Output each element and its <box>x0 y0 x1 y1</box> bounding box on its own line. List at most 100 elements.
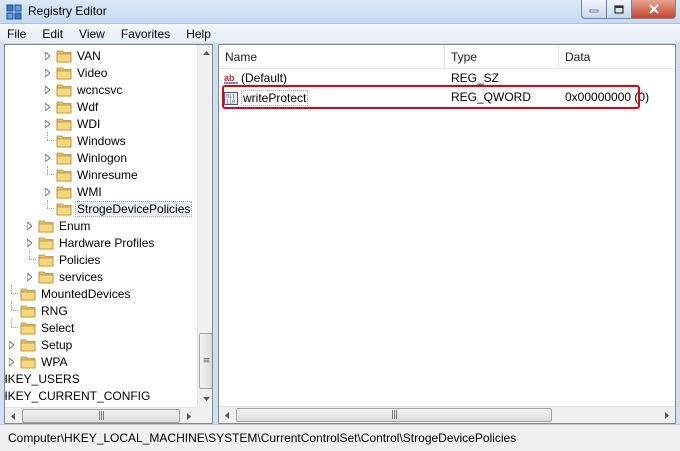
expand-arrow-icon[interactable] <box>43 187 52 196</box>
menu-bar: File Edit View Favorites Help <box>0 24 680 44</box>
tree-horizontal-scroll-thumb[interactable]: ||| <box>22 409 180 423</box>
tree-item-label: Hardware Profiles <box>59 235 155 250</box>
menu-edit[interactable]: Edit <box>34 24 71 44</box>
values-horizontal-scroll-thumb[interactable]: ||| <box>236 408 552 422</box>
column-header: Name Type Data <box>219 45 675 69</box>
expand-arrow-icon[interactable] <box>43 51 52 60</box>
tree-item-wcncsvc[interactable]: wcncsvc <box>43 81 124 98</box>
tree-item-enum[interactable]: Enum <box>25 217 92 234</box>
scroll-right-button[interactable] <box>659 407 675 423</box>
value-type: REG_SZ <box>451 71 500 85</box>
expand-arrow-icon[interactable] <box>43 153 52 162</box>
registry-values-list: Name Type Data ab (Default) REG_SZ 011 1… <box>218 44 676 424</box>
scroll-up-button[interactable] <box>198 45 212 61</box>
tree-horizontal-scrollbar[interactable]: ||| <box>5 407 197 423</box>
tree-connector <box>7 285 18 298</box>
tree-item-hkey-current-config[interactable]: HKEY_CURRENT_CONFIG <box>5 387 152 404</box>
tree-item-wpa[interactable]: WPA <box>7 353 69 370</box>
menu-view[interactable]: View <box>71 24 113 44</box>
client-area: VAN Video wcncsvc Wdf WDI Windows Winlogon Winr… <box>4 44 676 424</box>
tree-item-label: Video <box>77 65 108 80</box>
folder-icon <box>56 101 72 113</box>
tree-vertical-scrollbar[interactable]: ≡ <box>197 45 212 407</box>
menu-help[interactable]: Help <box>178 24 219 44</box>
minimize-icon <box>589 9 599 13</box>
tree-item-label: StrogeDevicePolicies <box>75 200 193 217</box>
tree-item-hardware-profiles[interactable]: Hardware Profiles <box>25 234 156 251</box>
tree-item-label: WDI <box>77 116 101 131</box>
expand-arrow-icon[interactable] <box>7 340 16 349</box>
tree-item-policies[interactable]: Policies <box>25 251 102 268</box>
tree-item-label: Winlogon <box>77 150 128 165</box>
close-button[interactable] <box>632 0 676 19</box>
tree-item-wmi[interactable]: WMI <box>43 183 104 200</box>
folder-icon <box>38 271 54 283</box>
column-header-type[interactable]: Type <box>445 45 559 68</box>
expand-arrow-icon[interactable] <box>25 221 34 230</box>
tree-connector <box>43 200 54 213</box>
tree-item-wdi[interactable]: WDI <box>43 115 102 132</box>
expand-arrow-icon[interactable] <box>25 238 34 247</box>
expand-arrow-icon[interactable] <box>43 102 52 111</box>
scroll-down-button[interactable] <box>198 391 212 407</box>
tree-item-setup[interactable]: Setup <box>7 336 74 353</box>
folder-icon <box>56 84 72 96</box>
tree-connector <box>7 302 18 315</box>
expand-arrow-icon[interactable] <box>7 357 16 366</box>
tree-connector <box>25 251 36 264</box>
folder-icon <box>56 186 72 198</box>
scroll-right-icon <box>187 412 191 420</box>
tree-vertical-scroll-thumb[interactable]: ≡ <box>199 333 212 389</box>
scroll-left-button[interactable] <box>219 407 235 423</box>
maximize-icon <box>614 4 624 14</box>
tree-item-rng[interactable]: RNG <box>7 302 70 319</box>
tree-item-video[interactable]: Video <box>43 64 109 81</box>
tree-item-label: Enum <box>59 218 91 233</box>
tree-item-label: Wdf <box>77 99 99 114</box>
folder-icon <box>56 152 72 164</box>
menu-file[interactable]: File <box>0 24 34 44</box>
registry-key-tree: VAN Video wcncsvc Wdf WDI Windows Winlogon Winr… <box>4 44 213 424</box>
tree-item-label: services <box>59 269 104 284</box>
tree-item-select[interactable]: Select <box>7 319 76 336</box>
scroll-left-button[interactable] <box>5 408 21 423</box>
tree-item-services[interactable]: services <box>25 268 105 285</box>
expand-arrow-icon[interactable] <box>43 68 52 77</box>
folder-icon <box>38 254 54 266</box>
folder-icon <box>20 322 36 334</box>
scroll-right-button[interactable] <box>181 408 197 423</box>
tree-item-van[interactable]: VAN <box>43 47 103 64</box>
scroll-up-icon <box>202 51 210 55</box>
title-bar: Registry Editor <box>0 0 680 24</box>
values-horizontal-scrollbar[interactable]: ||| <box>219 406 675 423</box>
tree-item-strogedevicepolicies[interactable]: StrogeDevicePolicies <box>43 200 193 217</box>
tree-connector <box>43 166 54 179</box>
tree-item-windows[interactable]: Windows <box>43 132 128 149</box>
folder-icon <box>20 356 36 368</box>
tree-item-hkey-users[interactable]: HKEY_USERS <box>5 370 82 387</box>
minimize-button[interactable] <box>581 0 607 19</box>
tree-item-winlogon[interactable]: Winlogon <box>43 149 129 166</box>
expand-arrow-icon[interactable] <box>25 272 34 281</box>
tree-item-label: HKEY_USERS <box>5 371 80 386</box>
value-row-default[interactable]: ab (Default) REG_SZ <box>219 69 675 86</box>
scrollbar-corner <box>197 407 212 423</box>
close-icon <box>648 4 659 14</box>
folder-icon <box>56 50 72 62</box>
column-header-name[interactable]: Name <box>219 45 445 68</box>
tree-item-winresume[interactable]: Winresume <box>43 166 140 183</box>
column-header-data[interactable]: Data <box>559 45 675 68</box>
menu-favorites[interactable]: Favorites <box>113 24 178 44</box>
tree-item-mounteddevices[interactable]: MountedDevices <box>7 285 132 302</box>
grip-icon: ||| <box>390 410 398 420</box>
maximize-button[interactable] <box>607 0 632 19</box>
scroll-right-icon <box>665 411 669 419</box>
tree-item-label: Windows <box>77 133 126 148</box>
folder-icon <box>20 305 36 317</box>
scroll-left-icon <box>11 412 15 420</box>
expand-arrow-icon[interactable] <box>43 119 52 128</box>
tree-connector <box>43 132 54 145</box>
string-value-icon: ab <box>224 73 238 84</box>
tree-item-wdf[interactable]: Wdf <box>43 98 100 115</box>
expand-arrow-icon[interactable] <box>43 85 52 94</box>
